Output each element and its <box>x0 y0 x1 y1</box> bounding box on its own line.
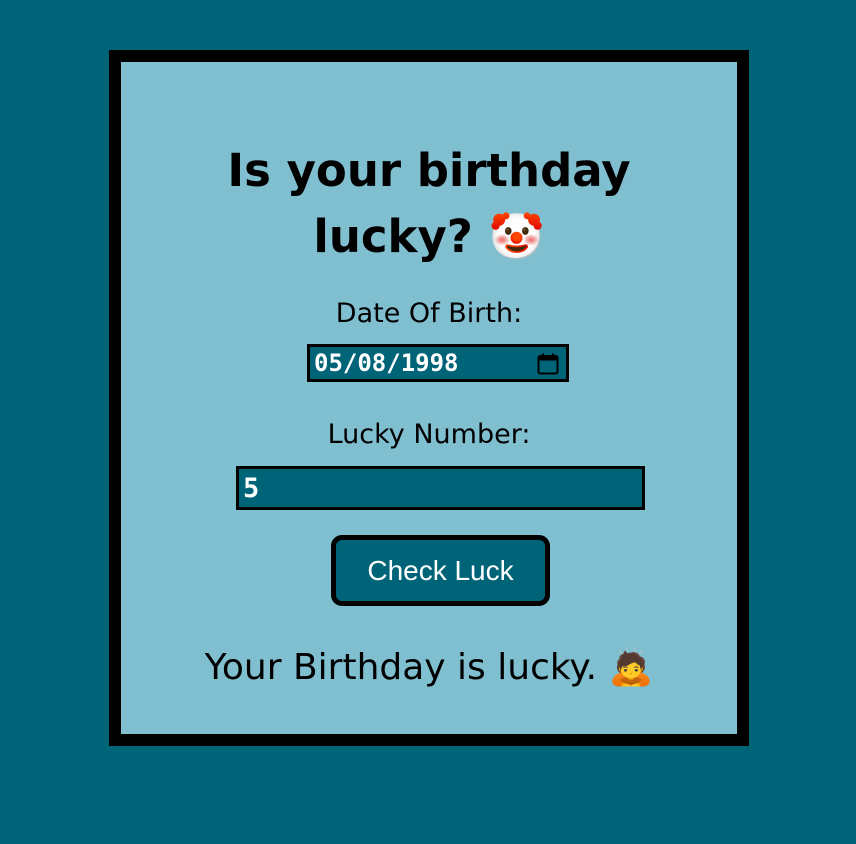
page-title-line2: lucky? <box>313 210 473 263</box>
lucky-number-input[interactable] <box>236 466 645 510</box>
clown-face-emoji: 🤡 <box>488 210 545 263</box>
check-luck-button[interactable]: Check Luck <box>331 535 550 606</box>
bowing-person-emoji: 🙇 <box>608 647 654 688</box>
calendar-icon[interactable] <box>536 352 560 376</box>
page-title-line1: Is your birthday <box>227 144 631 197</box>
lucky-birthday-card: Is your birthday lucky? 🤡 Date Of Birth:… <box>109 50 749 746</box>
page-title: Is your birthday lucky? 🤡 <box>121 138 737 270</box>
lucky-number-label: Lucky Number: <box>327 419 531 450</box>
date-of-birth-value: 05/08/1998 <box>314 349 459 377</box>
date-of-birth-label: Date Of Birth: <box>335 298 523 329</box>
result-message: Your Birthday is lucky. 🙇 <box>121 644 737 692</box>
result-text: Your Birthday is lucky. <box>204 647 598 688</box>
date-of-birth-input[interactable]: 05/08/1998 <box>307 344 569 382</box>
